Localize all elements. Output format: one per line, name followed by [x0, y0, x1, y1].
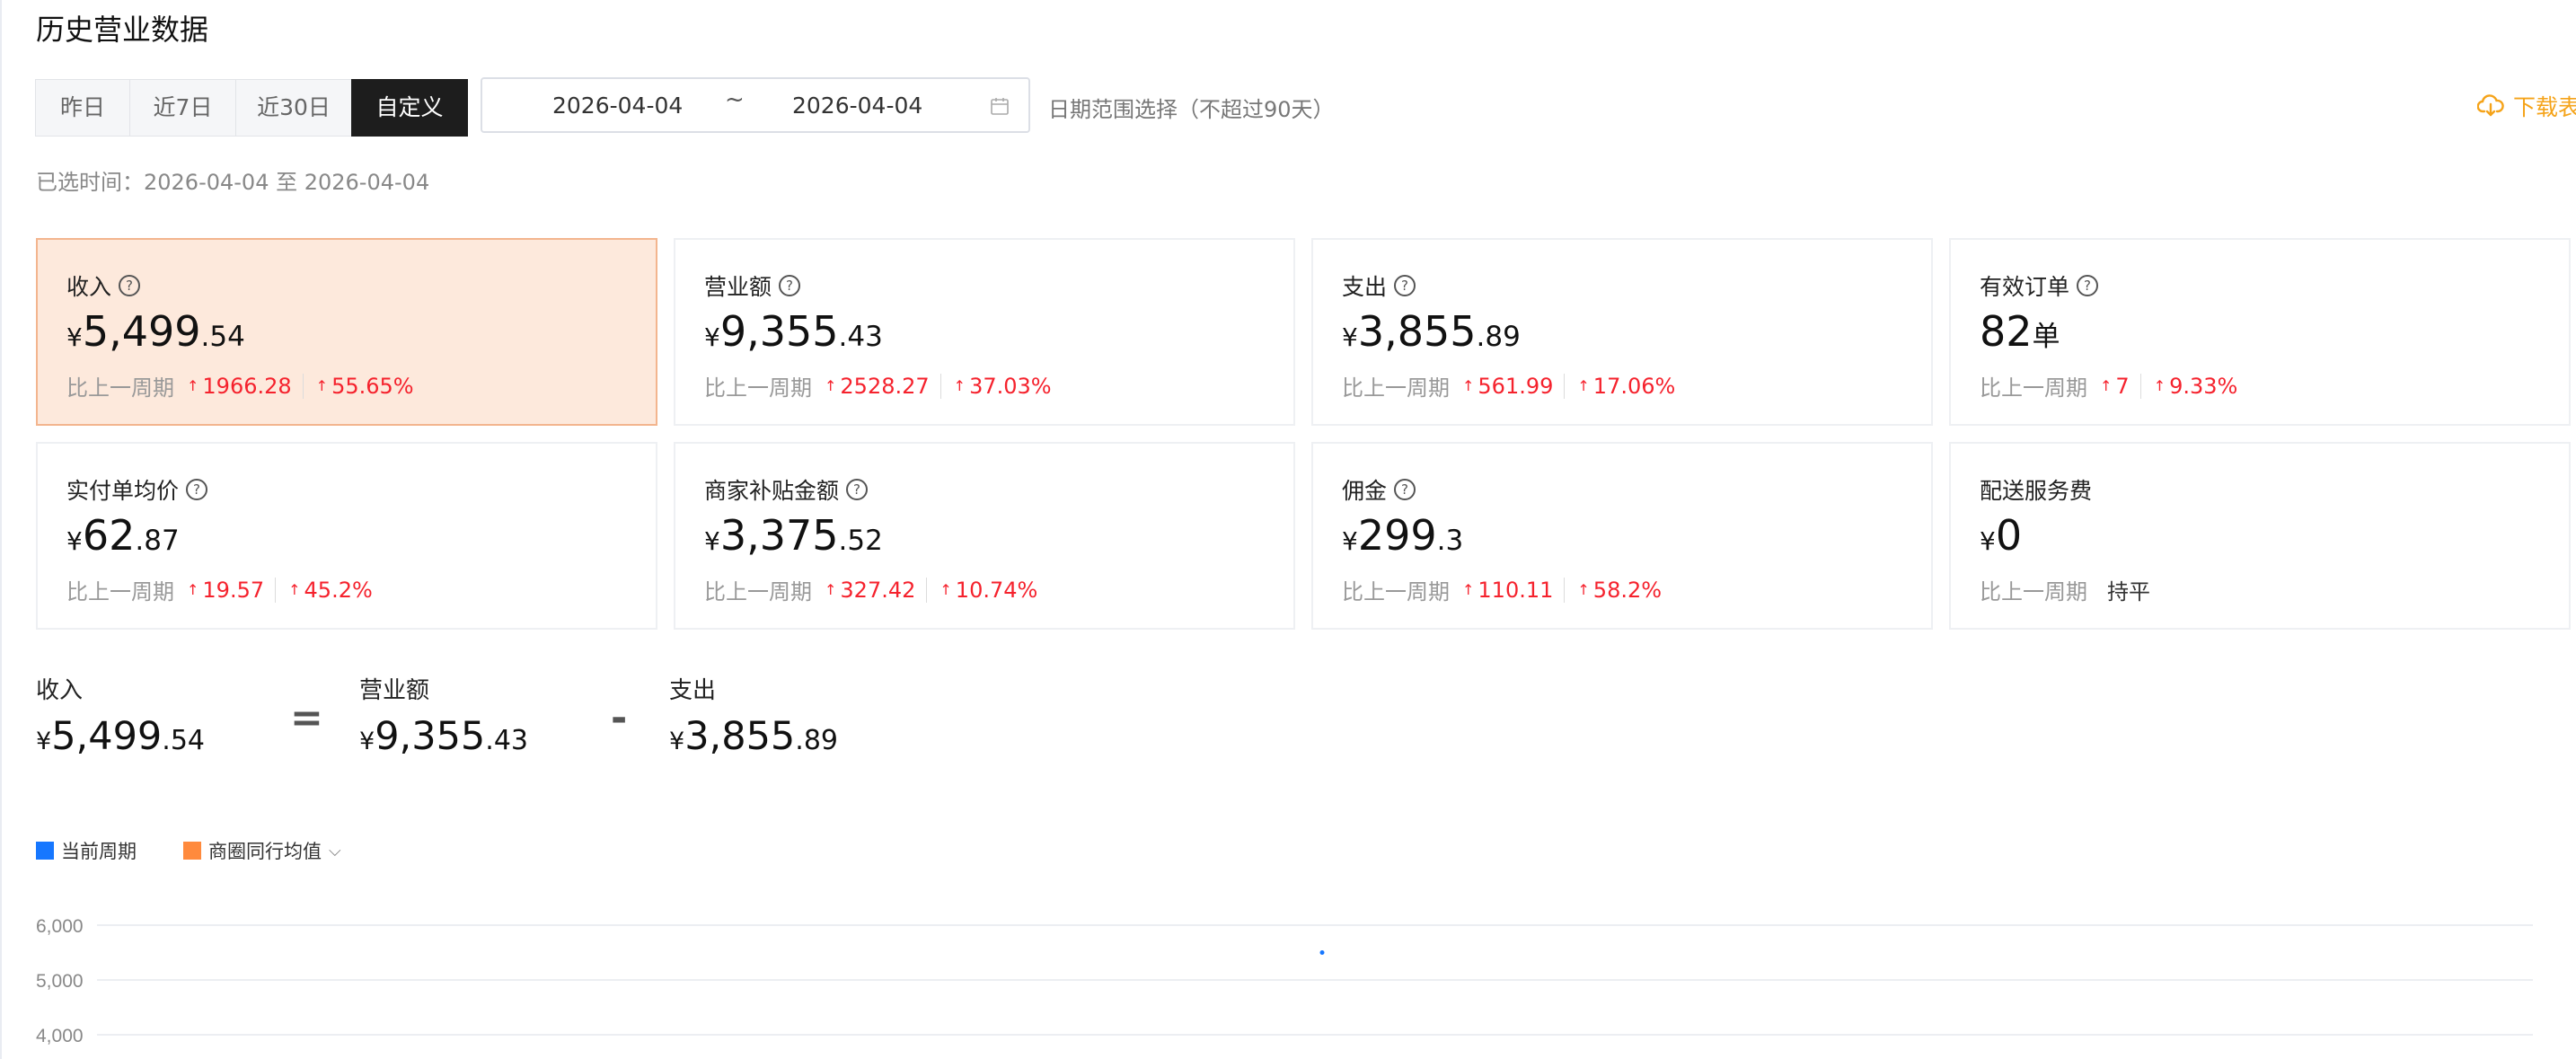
metric-value: ¥3,375.52	[704, 511, 883, 560]
help-icon[interactable]: ?	[186, 479, 208, 500]
help-icon[interactable]: ?	[119, 275, 141, 296]
equals-sign: =	[290, 695, 323, 741]
metric-card-valid-orders[interactable]: 有效订单? 82单 比上一周期 ↑ 7 ↑ 9.33%	[1949, 238, 2571, 426]
arrow-up-icon: ↑	[187, 581, 199, 598]
help-icon[interactable]: ?	[779, 275, 801, 296]
metric-compare: 比上一周期 ↑ 110.11 ↑ 58.2%	[1342, 577, 1663, 605]
arrow-up-icon: ↑	[940, 581, 952, 598]
metric-card-avg-order-price[interactable]: 实付单均价? ¥62.87 比上一周期 ↑ 19.57 ↑ 45.2%	[36, 442, 657, 630]
metric-card-merchant-subsidy[interactable]: 商家补贴金额? ¥3,375.52 比上一周期 ↑ 327.42 ↑ 10.74%	[674, 442, 1295, 630]
metric-label: 佣金	[1342, 478, 1388, 504]
download-table-button[interactable]: 下载表格	[2476, 90, 2576, 122]
metric-label: 支出	[1342, 274, 1388, 300]
date-range-hint: 日期范围选择（不超过90天）	[1048, 97, 1335, 122]
metric-label: 配送服务费	[1980, 478, 2093, 504]
legend-current-period[interactable]: 当前周期	[36, 837, 137, 864]
formula-income: 收入 ¥5,499.54	[36, 677, 206, 759]
data-point[interactable]	[1319, 950, 1325, 956]
y-tick-label: 6,000	[36, 916, 84, 937]
arrow-up-icon: ↑	[187, 377, 199, 394]
metric-label: 实付单均价	[66, 478, 180, 504]
help-icon[interactable]: ?	[1394, 275, 1416, 296]
arrow-up-icon: ↑	[1462, 581, 1475, 598]
metric-value: 82单	[1980, 307, 2060, 356]
metric-value: ¥299.3	[1342, 511, 1464, 560]
formula-expense: 支出 ¥3,855.89	[669, 677, 839, 759]
metric-value: ¥9,355.43	[704, 307, 883, 356]
chevron-down-icon[interactable]: ⌵	[329, 842, 341, 860]
cloud-download-icon	[2476, 94, 2504, 117]
legend-swatch	[36, 842, 54, 860]
metric-label: 商家补贴金额	[704, 478, 840, 504]
metric-value: ¥0	[1980, 511, 2023, 560]
help-icon[interactable]: ?	[2077, 275, 2099, 296]
y-tick-label: 5,000	[36, 971, 84, 992]
arrow-up-icon: ↑	[1577, 377, 1590, 394]
metric-label: 收入	[66, 274, 112, 300]
period-7days-button[interactable]: 近7日	[129, 79, 236, 137]
chart-legend: 当前周期 商圈同行均值 ⌵	[36, 837, 388, 864]
minus-sign: -	[611, 695, 628, 741]
calendar-icon[interactable]	[989, 95, 1010, 117]
arrow-up-icon: ↑	[1577, 581, 1590, 598]
metric-compare: 比上一周期 ↑ 19.57 ↑ 45.2%	[66, 577, 373, 605]
metric-card-expense[interactable]: 支出? ¥3,855.89 比上一周期 ↑ 561.99 ↑ 17.06%	[1311, 238, 1933, 426]
metric-value: ¥5,499.54	[66, 307, 245, 356]
legend-swatch	[183, 842, 201, 860]
period-yesterday-button[interactable]: 昨日	[35, 79, 130, 137]
metric-value: ¥3,855.89	[1342, 307, 1521, 356]
y-tick-label: 4,000	[36, 1026, 84, 1046]
page: 历史营业数据 昨日 近7日 近30日 自定义 2026-04-04 ~ 2026…	[0, 0, 2576, 1059]
start-date-input[interactable]: 2026-04-04	[552, 93, 683, 119]
period-custom-button[interactable]: 自定义	[351, 79, 468, 137]
end-date-input[interactable]: 2026-04-04	[792, 93, 922, 119]
date-range-picker[interactable]: 2026-04-04 ~ 2026-04-04	[481, 77, 1030, 133]
download-label: 下载表格	[2512, 94, 2576, 120]
metric-compare: 比上一周期 ↑ 2528.27 ↑ 37.03%	[704, 373, 1052, 401]
period-30days-button[interactable]: 近30日	[235, 79, 352, 137]
metric-card-commission[interactable]: 佣金? ¥299.3 比上一周期 ↑ 110.11 ↑ 58.2%	[1311, 442, 1933, 630]
metric-value: ¥62.87	[66, 511, 180, 560]
arrow-up-icon: ↑	[288, 581, 301, 598]
metric-compare: 比上一周期 持平	[1980, 574, 2150, 605]
metric-compare: 比上一周期 ↑ 1966.28 ↑ 55.65%	[66, 373, 414, 401]
metric-compare: 比上一周期 ↑ 327.42 ↑ 10.74%	[704, 577, 1038, 605]
help-icon[interactable]: ?	[846, 479, 869, 500]
arrow-up-icon: ↑	[953, 377, 966, 394]
metric-card-revenue[interactable]: 营业额? ¥9,355.43 比上一周期 ↑ 2528.27 ↑ 37.03%	[674, 238, 1295, 426]
arrow-up-icon: ↑	[315, 377, 329, 394]
flat-status: 持平	[2107, 579, 2150, 605]
metric-label: 营业额	[704, 274, 772, 300]
metric-label: 有效订单	[1980, 274, 2070, 300]
arrow-up-icon: ↑	[1462, 377, 1475, 394]
metric-compare: 比上一周期 ↑ 7 ↑ 9.33%	[1980, 373, 2238, 401]
metric-card-delivery-fee[interactable]: 配送服务费 ¥0 比上一周期 持平	[1949, 442, 2571, 630]
arrow-up-icon: ↑	[2100, 377, 2113, 394]
arrow-up-icon: ↑	[2153, 377, 2166, 394]
arrow-up-icon: ↑	[825, 377, 837, 394]
metric-card-income[interactable]: 收入? ¥5,499.54 比上一周期 ↑ 1966.28 ↑ 55.65%	[36, 238, 657, 426]
arrow-up-icon: ↑	[825, 581, 837, 598]
help-icon[interactable]: ?	[1394, 479, 1416, 500]
date-separator: ~	[725, 86, 745, 113]
legend-peer-average[interactable]: 商圈同行均值 ⌵	[183, 837, 341, 864]
selected-time-text: 已选时间：2026-04-04 至 2026-04-04	[36, 170, 430, 195]
period-selector: 昨日 近7日 近30日 自定义	[35, 79, 468, 137]
page-title: 历史营业数据	[36, 13, 209, 47]
revenue-chart: 6,000 5,000 4,000	[36, 916, 2533, 1046]
metric-compare: 比上一周期 ↑ 561.99 ↑ 17.06%	[1342, 373, 1676, 401]
formula-revenue: 营业额 ¥9,355.43	[359, 677, 529, 759]
